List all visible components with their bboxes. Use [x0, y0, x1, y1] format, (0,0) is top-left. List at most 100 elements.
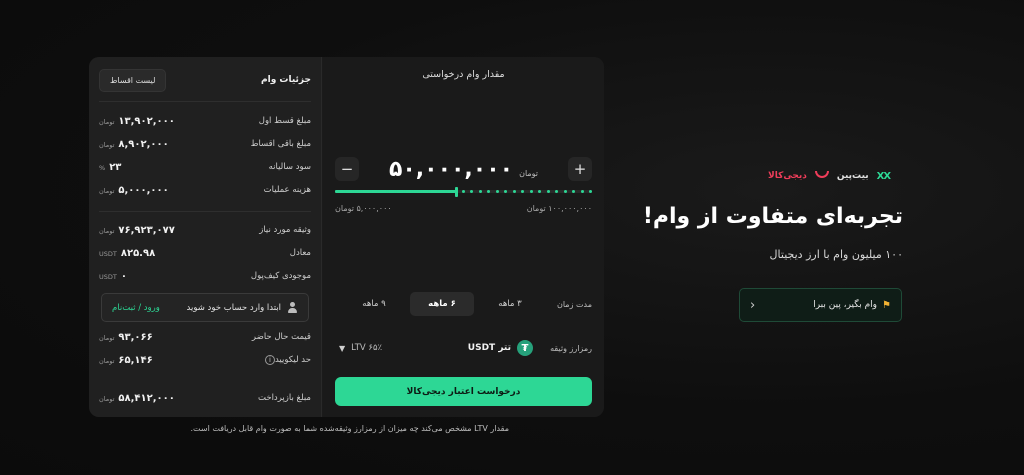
loan-calculator-card: جزئیات وام لیست اقساط مبلغ قسط اول ۱۳,۹۰۲… — [89, 57, 604, 417]
request-title: مقدار وام درخواستی — [422, 69, 505, 80]
chevron-down-icon: ▼ — [339, 343, 346, 353]
detail-row: وثیقه مورد نیاز ۷۶,۹۲۳,۰۷۷ تومان — [99, 223, 311, 237]
digikala-logo: دیجی‌کالا — [768, 171, 807, 181]
detail-value: ۱۳,۹۰۲,۰۰۰ — [118, 115, 175, 127]
loan-details-panel: جزئیات وام لیست اقساط مبلغ قسط اول ۱۳,۹۰۲… — [89, 57, 322, 417]
loan-request-panel: مقدار وام درخواستی − ۵۰,۰۰۰,۰۰۰ تومان + … — [323, 57, 604, 417]
slider-step-dot — [589, 190, 592, 193]
collateral-coin: تتر USDT — [467, 343, 511, 353]
detail-unit: تومان — [99, 356, 115, 365]
detail-label: مبلغ بازپرداخت — [257, 393, 311, 403]
slider-step-dot — [495, 190, 499, 193]
detail-unit: تومان — [99, 333, 115, 342]
collateral-select[interactable]: ₮ تتر USDT LTV ۶۵٪ ▼ — [335, 333, 537, 363]
slider-step-dot — [402, 190, 406, 193]
detail-row: سود سالیانه ۲۳% — [99, 160, 311, 174]
detail-row: موجودی کیف‌پول ۰ USDT — [99, 269, 311, 283]
period-selector: مدت زمان ۳ ماهه ۶ ماهه ۹ ماهه — [335, 291, 592, 317]
login-register-link[interactable]: ورود / ثبت‌نام — [112, 303, 160, 313]
slider-step-dot — [563, 190, 567, 193]
detail-value: ۸,۹۰۲,۰۰۰ — [118, 138, 169, 150]
detail-row: مبلغ بازپرداخت ۵۸,۴۱۲,۰۰۰ تومان — [99, 391, 311, 405]
hero-cta-label: وام بگیر، پین ببرا — [813, 300, 878, 310]
tether-icon: ₮ — [517, 340, 533, 356]
detail-value: ۲۳ — [109, 161, 122, 173]
period-tab-6[interactable]: ۶ ماهه — [410, 292, 474, 316]
detail-unit: تومان — [99, 186, 115, 195]
slider-step-dot — [512, 190, 516, 193]
loan-amount: ۵۰,۰۰۰,۰۰۰ — [388, 156, 514, 182]
detail-label: هزینه عملیات — [263, 185, 311, 195]
partner-logos: دیجی‌کالا بیت‌پین XX — [768, 168, 903, 184]
bitpin-mark-icon: XX — [876, 170, 891, 182]
slider-step-dot — [529, 190, 533, 193]
amount-row: − ۵۰,۰۰۰,۰۰۰ تومان + — [335, 155, 592, 183]
slider-step-dot — [453, 190, 457, 193]
detail-row: معادل ۸۲۵.۹۸ USDT — [99, 246, 311, 260]
slider-step-dot — [419, 190, 423, 193]
login-message: ابتدا وارد حساب خود شوید — [186, 302, 281, 313]
chevron-left-icon: ‹ — [750, 297, 756, 313]
period-tab-3[interactable]: ۳ ماهه — [478, 292, 542, 316]
login-prompt: ابتدا وارد حساب خود شوید ورود / ثبت‌نام — [101, 293, 309, 322]
request-credit-button[interactable]: درخواست اعتبار دیجی‌کالا — [335, 377, 592, 406]
slider-step-dot — [546, 190, 550, 193]
details-header: جزئیات وام لیست اقساط — [99, 67, 311, 93]
detail-label: مبلغ باقی اقساط — [250, 139, 311, 149]
detail-value: ۶۵,۱۴۶ — [118, 354, 153, 366]
divider — [99, 101, 311, 102]
details-title: جزئیات وام — [261, 75, 311, 85]
detail-unit: USDT — [99, 272, 117, 281]
slider-max-label: ۱۰۰,۰۰۰,۰۰۰ تومان — [526, 204, 592, 213]
detail-label: سود سالیانه — [268, 162, 311, 172]
amount-unit: تومان — [519, 168, 539, 178]
detail-label: وثیقه مورد نیاز — [259, 225, 311, 235]
collateral-row: رمزارز وثیقه ₮ تتر USDT LTV ۶۵٪ ▼ — [335, 333, 592, 363]
slider-step-dot — [385, 190, 389, 193]
detail-value: ۵,۰۰۰,۰۰۰ — [118, 184, 169, 196]
detail-label: معادل — [289, 248, 311, 258]
detail-unit: تومان — [99, 140, 115, 149]
hero-title: تجربه‌ای متفاوت از وام! — [642, 204, 903, 229]
detail-label: مبلغ قسط اول — [258, 116, 311, 126]
detail-unit: تومان — [99, 226, 115, 235]
collateral-label: رمزارز وثیقه — [550, 343, 592, 353]
detail-label: موجودی کیف‌پول — [250, 271, 311, 281]
slider-step-dot — [436, 190, 440, 193]
detail-row: هزینه عملیات ۵,۰۰۰,۰۰۰ تومان — [99, 183, 311, 197]
detail-value: ۸۲۵.۹۸ — [120, 247, 156, 259]
detail-value: ۵۸,۴۱۲,۰۰۰ — [118, 392, 175, 404]
ltv-footnote: مقدار LTV مشخص می‌کند چه میزان از رمزارز… — [190, 424, 509, 433]
detail-unit: تومان — [99, 394, 115, 403]
detail-unit: USDT — [99, 249, 117, 258]
slider-step-dot — [351, 190, 355, 193]
detail-label: قیمت حال حاضر — [251, 332, 311, 342]
detail-label: حد لیکویید — [274, 355, 311, 365]
increase-amount-button[interactable]: + — [567, 157, 592, 181]
slider-min-label: ۵,۰۰۰,۰۰۰ تومان — [335, 204, 392, 213]
period-label: مدت زمان — [556, 299, 592, 309]
slider-range-labels: ۱۰۰,۰۰۰,۰۰۰ تومان ۵,۰۰۰,۰۰۰ تومان — [335, 204, 592, 213]
detail-value: ۹۳,۰۶۶ — [118, 331, 153, 343]
installments-list-button[interactable]: لیست اقساط — [99, 68, 167, 92]
amount-slider[interactable] — [335, 187, 592, 197]
ltv-value: LTV ۶۵٪ — [351, 343, 383, 353]
decrease-amount-button[interactable]: − — [335, 157, 359, 181]
detail-value: ۷۶,۹۲۳,۰۷۷ — [118, 224, 175, 236]
detail-value: ۰ — [120, 270, 127, 282]
detail-unit: % — [99, 163, 106, 172]
hero-subtitle: ۱۰۰ میلیون وام با ارز دیجیتال — [769, 248, 903, 261]
hero-cta-button[interactable]: ⚑ وام بگیر، پین ببرا ‹ — [739, 288, 902, 322]
slider-step-dot — [478, 190, 482, 193]
detail-row: مبلغ قسط اول ۱۳,۹۰۲,۰۰۰ تومان — [99, 114, 311, 128]
slider-step-dot — [335, 190, 338, 193]
detail-row: حد لیکویید i ۶۵,۱۴۶ تومان — [99, 353, 311, 367]
user-icon — [287, 302, 298, 313]
slider-step-dot — [462, 190, 465, 193]
detail-unit: تومان — [99, 117, 115, 126]
digikala-smile-icon — [814, 171, 829, 178]
period-tab-9[interactable]: ۹ ماهه — [342, 292, 406, 316]
info-icon[interactable]: i — [264, 355, 275, 365]
trophy-icon: ⚑ — [882, 299, 891, 311]
slider-step-dot — [368, 190, 372, 193]
